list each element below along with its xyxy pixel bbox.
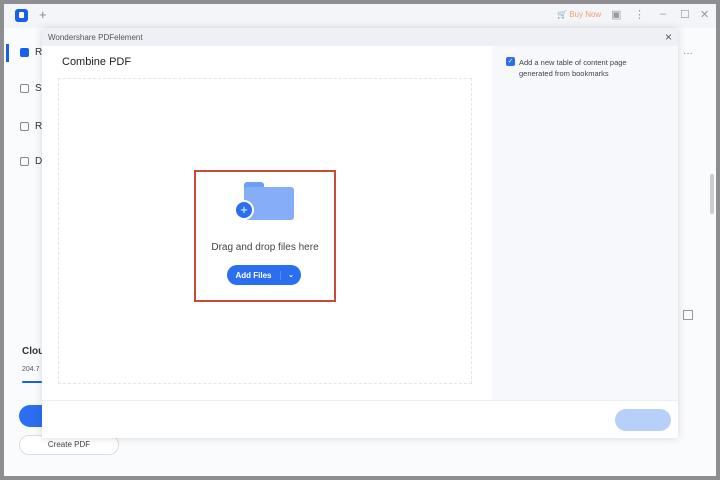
document-icon — [20, 157, 29, 166]
star-icon — [20, 84, 29, 93]
sidebar-item-2[interactable]: S — [20, 83, 42, 94]
drop-text: Drag and drop files here — [211, 242, 319, 253]
sidebar-item-4[interactable]: D — [20, 156, 42, 167]
active-indicator — [6, 44, 9, 62]
sidebar-item-3[interactable]: R — [20, 121, 42, 132]
combine-dialog: Wondershare PDFelement × Combine PDF + D… — [42, 28, 678, 438]
toc-checkbox-label: Add a new table of content page generate… — [519, 58, 627, 78]
chevron-down-icon[interactable]: ⌄ — [281, 271, 301, 279]
dialog-footer — [42, 400, 678, 438]
toc-checkbox[interactable]: ✓ — [506, 57, 515, 66]
combine-button[interactable] — [615, 409, 671, 431]
options-panel: ✓ Add a new table of content page genera… — [492, 46, 678, 400]
cloud-label: Clou — [22, 346, 45, 357]
more-options-icon[interactable]: ··· — [683, 48, 693, 59]
add-files-button[interactable]: Add Files ⌄ — [227, 265, 301, 285]
folder-icon: + — [234, 182, 294, 220]
buy-now-button[interactable]: 🛒 Buy Now — [557, 10, 601, 19]
plus-icon: + — [234, 200, 254, 220]
app-window: + 🛒 Buy Now ▣ ⋮ – ☐ ✕ R S R D Clou 204.7… — [4, 4, 716, 476]
close-app-button[interactable]: ✕ — [700, 8, 709, 21]
scrollbar[interactable] — [710, 174, 714, 214]
storage-text: 204.7 — [22, 366, 40, 373]
top-bar: + 🛒 Buy Now ▣ ⋮ – ☐ ✕ — [4, 4, 716, 28]
sidebar-item-1[interactable]: R — [20, 47, 42, 58]
folder-icon — [20, 122, 29, 131]
page-title: Combine PDF — [62, 56, 132, 68]
grid-view-icon[interactable] — [683, 310, 693, 320]
minimize-button[interactable]: – — [660, 8, 666, 20]
close-dialog-button[interactable]: × — [665, 30, 672, 44]
storage-progress — [22, 381, 42, 383]
recent-icon — [20, 48, 29, 57]
new-tab-button[interactable]: + — [39, 7, 47, 22]
app-logo-icon — [15, 9, 28, 22]
gift-icon[interactable]: ▣ — [611, 8, 621, 21]
more-icon[interactable]: ⋮ — [634, 8, 645, 21]
drop-zone[interactable]: + Drag and drop files here Add Files ⌄ — [194, 170, 336, 302]
dialog-title: Wondershare PDFelement — [42, 28, 678, 46]
maximize-button[interactable]: ☐ — [680, 8, 690, 21]
create-pdf-button[interactable]: Create PDF — [19, 435, 119, 455]
